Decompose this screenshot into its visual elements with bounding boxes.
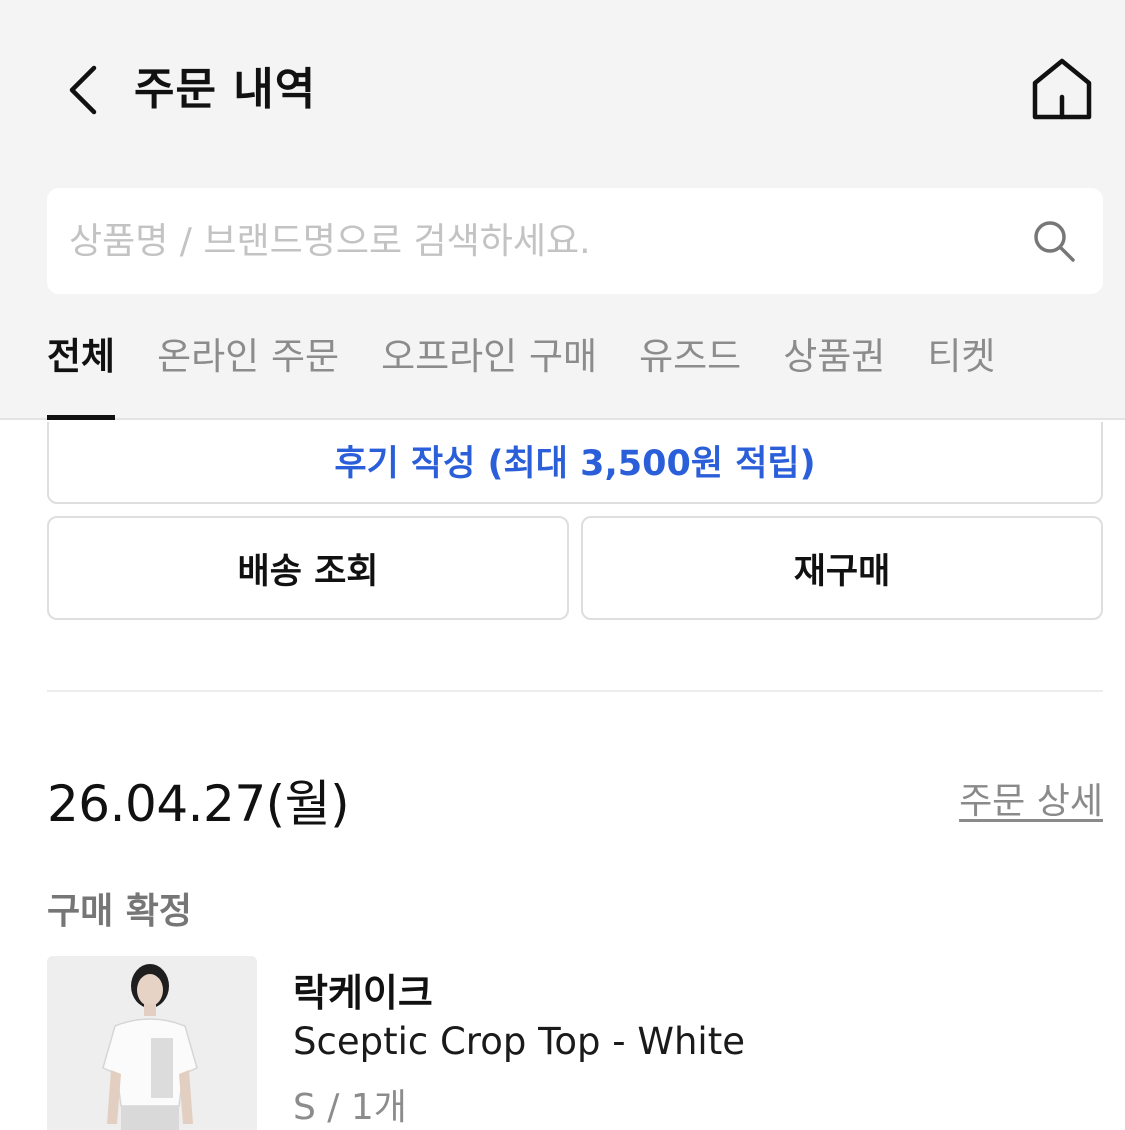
order-status: 구매 확정	[47, 891, 193, 932]
product-photo	[47, 956, 257, 1130]
home-icon	[1032, 58, 1092, 120]
page-title: 주문 내역	[134, 64, 317, 115]
order-type-tabs: 전체 온라인 주문 오프라인 구매 유즈드 상품권 티켓	[47, 326, 1037, 420]
tab-gift-cards[interactable]: 상품권	[783, 326, 885, 420]
top-bar: 주문 내역 전체 온라인 주문 오프라인 구매 유즈드 상품권 티켓	[0, 0, 1125, 420]
tab-all[interactable]: 전체	[47, 326, 116, 420]
order-date: 26.04.27(월)	[47, 775, 350, 833]
product-name[interactable]: Sceptic Crop Top - White	[293, 1020, 745, 1063]
search-input[interactable]	[69, 188, 1009, 294]
order-list: 후기 작성 (최대 3,500원 적립) 배송 조회 재구매 26.04.27(…	[0, 422, 1125, 1130]
tab-online-orders[interactable]: 온라인 주문	[157, 326, 339, 420]
track-delivery-button[interactable]: 배송 조회	[47, 516, 569, 620]
reorder-button[interactable]: 재구매	[581, 516, 1103, 620]
order-divider	[47, 690, 1103, 692]
product-brand[interactable]: 락케이크	[293, 962, 433, 1017]
tab-tickets[interactable]: 티켓	[927, 326, 995, 420]
chevron-left-icon	[69, 65, 97, 115]
write-review-button[interactable]: 후기 작성 (최대 3,500원 적립)	[47, 422, 1103, 504]
home-button[interactable]	[1028, 54, 1096, 124]
tab-offline-purchases[interactable]: 오프라인 구매	[381, 326, 597, 420]
product-thumbnail[interactable]	[47, 956, 257, 1130]
product-option: S / 1개	[293, 1087, 407, 1128]
tab-used[interactable]: 유즈드	[639, 326, 741, 420]
search-bar	[47, 188, 1103, 294]
search-icon[interactable]	[1031, 218, 1077, 264]
back-button[interactable]	[58, 60, 108, 120]
order-detail-link[interactable]: 주문 상세	[959, 772, 1103, 824]
